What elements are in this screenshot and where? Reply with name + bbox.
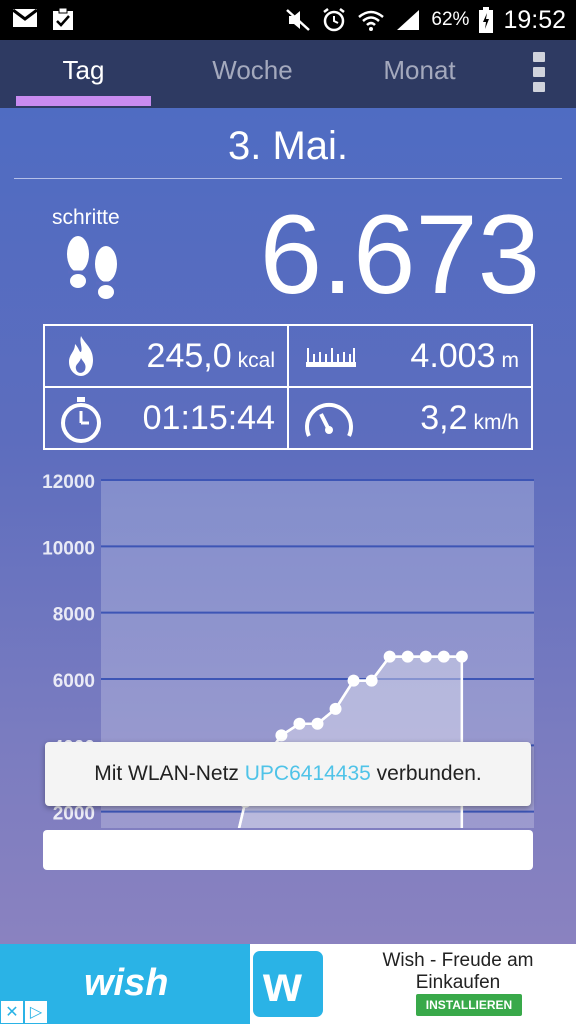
toast-ssid: UPC6414435 xyxy=(244,762,371,785)
overflow-menu-button[interactable] xyxy=(530,52,548,92)
speedometer-icon xyxy=(305,402,353,437)
dialog-edge xyxy=(43,830,533,870)
data-point xyxy=(329,702,342,715)
wifi-icon xyxy=(358,10,385,31)
wish-logo-icon: w xyxy=(263,956,302,1012)
tab-day[interactable]: Tag xyxy=(16,50,151,96)
data-point xyxy=(455,650,468,663)
ad-choices-icon[interactable]: ▷ xyxy=(24,1000,48,1024)
menu-dot-icon xyxy=(533,67,545,77)
y-tick-label: 2000 xyxy=(53,804,95,825)
battery-percent: 62% xyxy=(431,9,470,30)
speed-cell: 3,2 km/h xyxy=(289,388,531,448)
menu-dot-icon xyxy=(533,82,545,92)
cell-signal-icon xyxy=(397,10,420,30)
flame-icon xyxy=(69,336,93,376)
clock: 19:52 xyxy=(503,5,566,34)
data-point xyxy=(437,650,450,663)
data-point xyxy=(383,650,396,663)
y-tick-label: 10000 xyxy=(42,538,95,559)
distance-value: 4.003 xyxy=(410,337,496,375)
data-point xyxy=(275,729,288,742)
battery-charging-icon xyxy=(479,7,494,33)
y-tick-label: 8000 xyxy=(53,605,95,626)
stopwatch-icon xyxy=(61,397,101,443)
ruler-icon xyxy=(306,348,356,367)
duration-value: 01:15:44 xyxy=(142,399,275,437)
menu-dot-icon xyxy=(533,52,545,62)
y-tick-label: 12000 xyxy=(42,472,95,493)
steps-label: schritte xyxy=(52,206,120,229)
calories-value: 245,0 xyxy=(146,337,232,375)
distance-unit: m xyxy=(501,349,520,372)
active-tab-indicator xyxy=(16,96,151,106)
clipboard-check-icon xyxy=(53,7,73,30)
stats-grid: 245,0 kcal 4.003 m 01:15:44 3,2 km/h xyxy=(43,324,533,450)
alarm-icon xyxy=(323,8,346,32)
ad-badges: ✕ ▷ xyxy=(0,1000,48,1024)
ad-banner[interactable]: wish ✕ ▷ w Wish - Freude am Einkaufen IN… xyxy=(0,944,576,1024)
ad-close-icon[interactable]: ✕ xyxy=(0,1000,24,1024)
calories-cell: 245,0 kcal xyxy=(45,326,287,386)
tab-week[interactable]: Woche xyxy=(185,50,320,96)
wifi-toast: Mit WLAN-Netz UPC6414435 verbunden. xyxy=(45,742,531,806)
ad-app-icon[interactable]: w xyxy=(250,948,326,1020)
tab-month[interactable]: Monat xyxy=(352,50,487,96)
data-point xyxy=(401,650,414,663)
data-point xyxy=(347,674,360,687)
ad-wordmark: wish xyxy=(84,962,169,1004)
data-point xyxy=(293,717,306,730)
speed-value: 3,2 xyxy=(420,399,468,437)
data-point xyxy=(419,650,432,663)
mute-icon xyxy=(286,9,311,31)
y-tick-label: 6000 xyxy=(53,671,95,692)
toast-prefix: Mit WLAN-Netz xyxy=(94,762,245,785)
distance-cell: 4.003 m xyxy=(289,326,531,386)
speed-unit: km/h xyxy=(473,411,519,434)
data-point xyxy=(311,717,324,730)
steps-count: 6.673 xyxy=(259,192,540,317)
date-title: 3. Mai. xyxy=(227,124,349,168)
status-bar: 62% 19:52 xyxy=(0,0,576,40)
day-view: 3. Mai. schritte 6.673 245,0 kcal 4.003 … xyxy=(0,108,576,944)
calories-unit: kcal xyxy=(237,349,275,372)
ad-install-button[interactable]: INSTALLIEREN xyxy=(416,994,522,1016)
toast-suffix: verbunden. xyxy=(370,762,482,785)
gmail-icon xyxy=(12,8,38,27)
data-point xyxy=(365,674,378,687)
divider xyxy=(14,178,562,179)
ad-title: Wish - Freude am Einkaufen xyxy=(382,950,534,993)
duration-cell: 01:15:44 xyxy=(45,388,287,448)
footprints-icon xyxy=(67,236,117,299)
